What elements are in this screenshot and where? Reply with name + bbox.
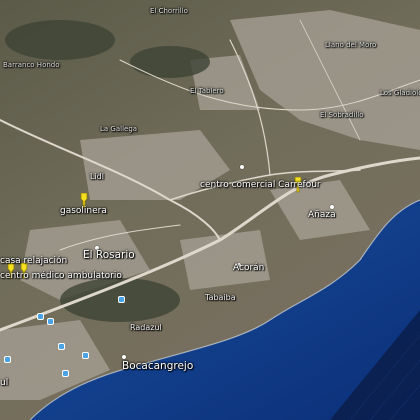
place-label: Acorán [233,263,265,273]
poi-icon[interactable] [47,318,54,325]
place-label: ul [0,378,9,388]
poi-icon[interactable] [58,343,65,350]
poi-icon[interactable] [4,356,11,363]
place-label: Llano del Moro [325,41,377,49]
poi-icon[interactable] [82,352,89,359]
place-label: centro comercial Carrefour [200,180,321,190]
satellite-map[interactable]: El Chorrillo La Gallega Llano del Moro E… [0,0,420,420]
place-label: El Tablero [190,87,224,95]
place-label: centro médico ambulatorio [0,271,122,281]
place-label: Tabaiba [205,293,236,302]
place-label: El Sobradillo [320,111,364,119]
place-dot [330,205,334,209]
poi-icon[interactable] [118,296,125,303]
place-label: Bocacangrejo [122,360,194,372]
place-dot [122,355,126,359]
poi-icon[interactable] [37,313,44,320]
place-label: Barranco Hondo [3,61,60,69]
place-dot [240,165,244,169]
place-label: El Chorrillo [150,7,188,15]
place-label: casa relajación [0,256,68,266]
place-label: Radazul [130,323,162,332]
place-label: gasolinera [60,206,107,216]
place-label: Añaza [308,210,336,220]
place-label: El Rosario [83,249,135,261]
place-label: Los Gladiolos [380,89,420,97]
place-label: La Gallega [100,125,138,133]
poi-icon[interactable] [62,370,69,377]
place-label: Lidl [90,172,104,181]
